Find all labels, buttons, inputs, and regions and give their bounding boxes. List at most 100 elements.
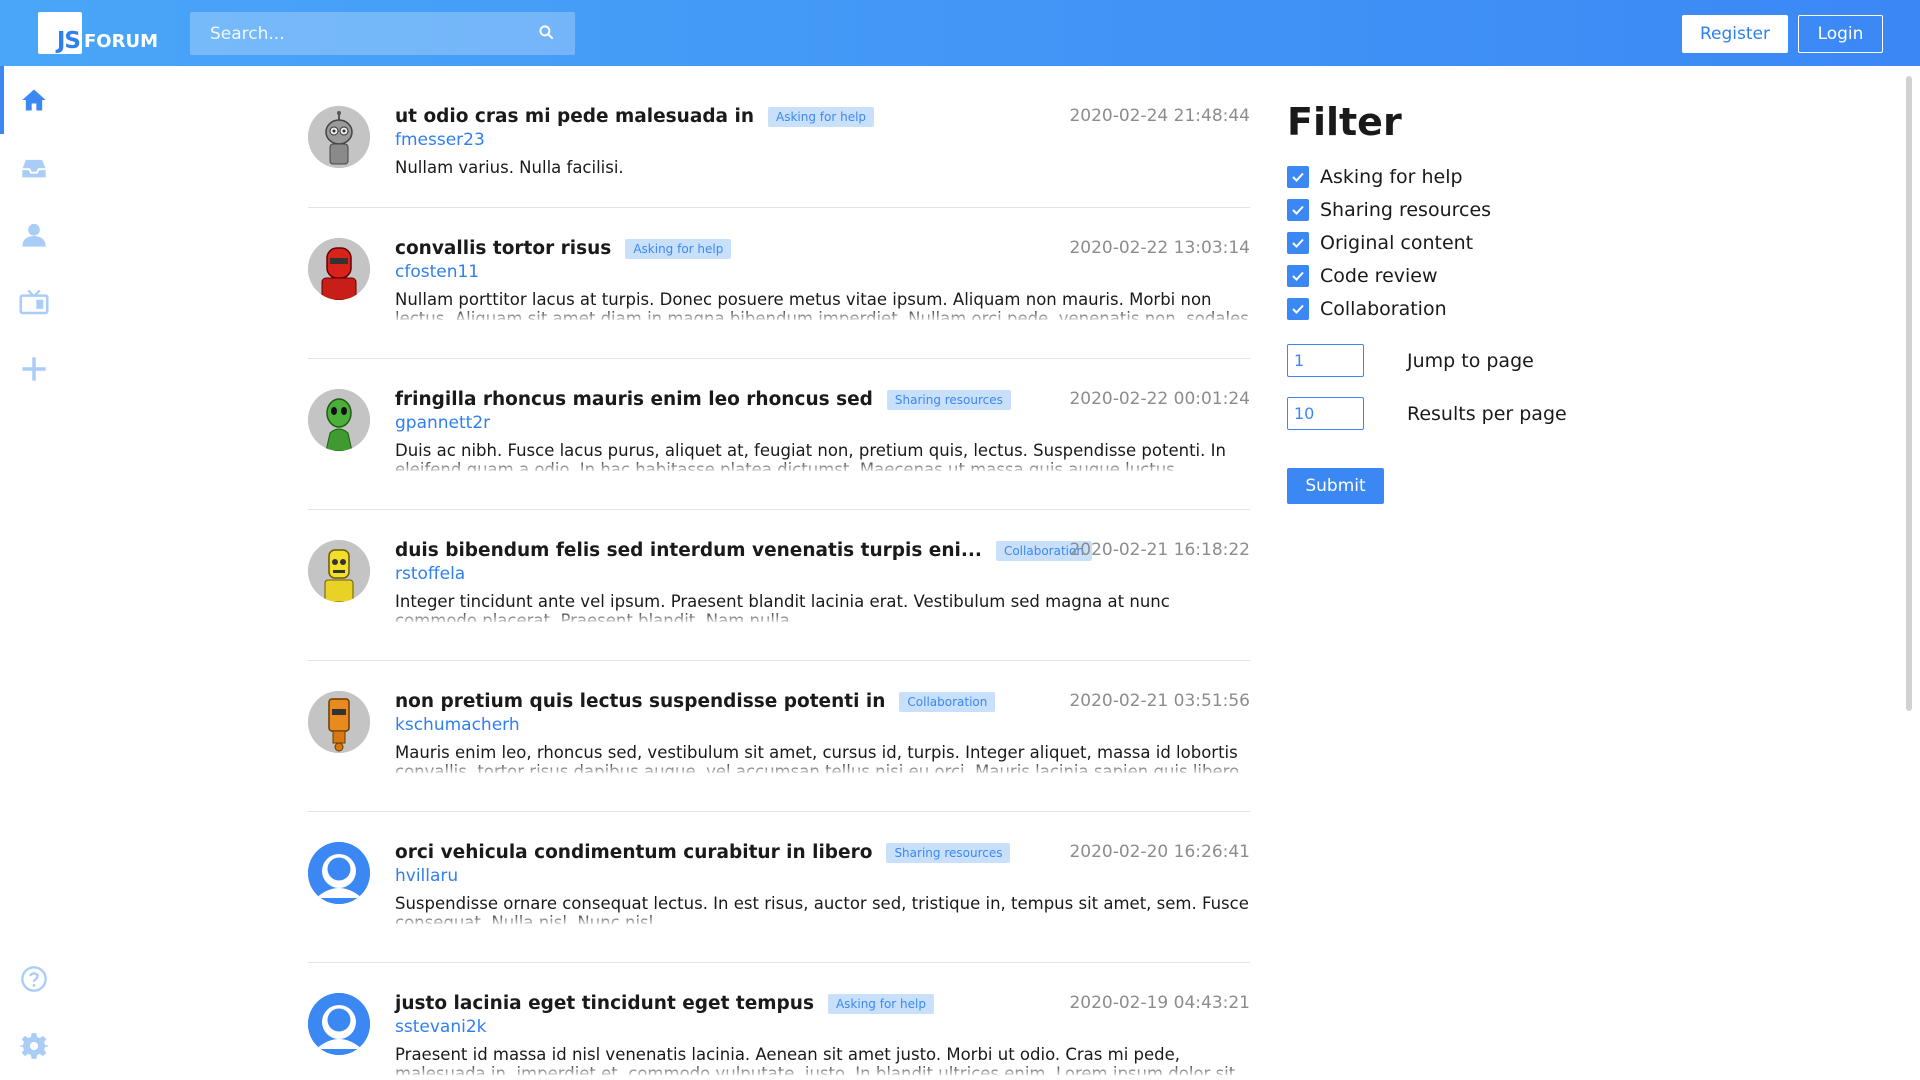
post-author-link[interactable]: rstoffela [395,564,465,584]
avatar[interactable] [308,389,370,451]
post-title[interactable]: convallis tortor risus [395,238,611,259]
plus-icon [22,357,46,381]
top-header: JS FORUM Register Login [0,0,1920,66]
post-date: 2020-02-21 16:18:22 [1069,540,1250,560]
avatar[interactable] [308,842,370,904]
filter-panel: Filter Asking for help Sharing resources… [1287,100,1627,504]
checkbox-checked[interactable] [1287,231,1309,254]
gear-icon [20,1033,48,1059]
post-item[interactable]: justo lacinia eget tincidunt eget tempus… [308,963,1250,1080]
checkmark-icon [1292,304,1304,314]
post-title[interactable]: justo lacinia eget tincidunt eget tempus [395,993,814,1014]
site-logo[interactable]: JS FORUM [38,12,158,54]
post-title-row: duis bibendum felis sed interdum venenat… [395,540,1092,561]
post-author-link[interactable]: fmesser23 [395,130,485,150]
filter-option-original-content[interactable]: Original content [1287,226,1627,259]
logo-mark: JS [38,12,82,54]
post-excerpt: Mauris enim leo, rhoncus sed, vestibulum… [395,743,1245,773]
tv-icon [19,289,49,315]
home-icon [22,89,46,111]
post-author-link[interactable]: cfosten11 [395,262,479,282]
post-author-link[interactable]: kschumacherh [395,715,520,735]
logo-js-text: JS [56,28,81,54]
sidebar-item-videos[interactable] [14,282,54,322]
post-item[interactable]: duis bibendum felis sed interdum venenat… [308,510,1250,661]
post-item[interactable]: non pretium quis lectus suspendisse pote… [308,661,1250,812]
post-item[interactable]: orci vehicula condimentum curabitur in l… [308,812,1250,963]
search-input[interactable] [210,23,537,44]
results-per-page-label: Results per page [1407,402,1567,425]
jump-to-page-row: Jump to page [1287,344,1627,377]
post-author-link[interactable]: gpannett2r [395,413,490,433]
post-date: 2020-02-21 03:51:56 [1069,691,1250,711]
checkbox-checked[interactable] [1287,264,1309,287]
post-tag[interactable]: Asking for help [768,106,875,127]
results-per-page-row: Results per page [1287,397,1627,430]
post-tag[interactable]: Collaboration [899,691,996,712]
login-button[interactable]: Login [1798,15,1883,53]
post-date: 2020-02-19 04:43:21 [1069,993,1250,1013]
sidebar-item-new-post[interactable] [14,349,54,389]
post-title[interactable]: fringilla rhoncus mauris enim leo rhoncu… [395,389,873,410]
sidebar [0,66,70,1080]
post-title-row: non pretium quis lectus suspendisse pote… [395,691,996,712]
jump-to-page-label: Jump to page [1407,349,1534,372]
post-list: ut odio cras mi pede malesuada in Asking… [308,66,1250,1080]
sidebar-active-indicator [0,66,4,134]
post-title[interactable]: duis bibendum felis sed interdum venenat… [395,540,982,561]
sidebar-item-inbox[interactable] [14,148,54,188]
filter-option-label: Asking for help [1320,165,1463,188]
submit-button[interactable]: Submit [1287,468,1384,504]
post-title[interactable]: orci vehicula condimentum curabitur in l… [395,842,872,863]
post-author-link[interactable]: sstevani2k [395,1017,486,1037]
post-excerpt: Integer tincidunt ante vel ipsum. Praese… [395,592,1170,622]
search-bar [190,12,575,55]
logo-forum-text: FORUM [84,31,158,52]
filter-options: Asking for help Sharing resources Origin… [1287,160,1627,325]
post-title[interactable]: non pretium quis lectus suspendisse pote… [395,691,885,712]
results-per-page-input[interactable] [1287,397,1364,430]
sidebar-item-help[interactable] [14,959,54,999]
sidebar-item-profile[interactable] [14,215,54,255]
filter-option-code-review[interactable]: Code review [1287,259,1627,292]
post-item[interactable]: convallis tortor risus Asking for help 2… [308,208,1250,359]
avatar[interactable] [308,540,370,602]
filter-option-asking-for-help[interactable]: Asking for help [1287,160,1627,193]
avatar[interactable] [308,691,370,753]
avatar[interactable] [308,238,370,300]
sidebar-item-settings[interactable] [14,1026,54,1066]
post-title-row: convallis tortor risus Asking for help [395,238,732,259]
filter-option-collaboration[interactable]: Collaboration [1287,292,1627,325]
checkbox-checked[interactable] [1287,297,1309,320]
sidebar-item-home[interactable] [14,80,54,120]
post-tag[interactable]: Asking for help [827,993,934,1014]
post-tag[interactable]: Sharing resources [886,842,1011,863]
post-item[interactable]: fringilla rhoncus mauris enim leo rhoncu… [308,359,1250,510]
post-excerpt: Praesent id massa id nisl venenatis laci… [395,1045,1236,1075]
post-title[interactable]: ut odio cras mi pede malesuada in [395,106,754,127]
checkmark-icon [1292,205,1304,215]
checkbox-checked[interactable] [1287,165,1309,188]
post-title-row: orci vehicula condimentum curabitur in l… [395,842,1011,863]
post-tag[interactable]: Sharing resources [886,389,1011,410]
avatar[interactable] [308,106,370,168]
filter-option-label: Collaboration [1320,297,1447,320]
checkbox-checked[interactable] [1287,198,1309,221]
help-icon [21,966,47,992]
post-item[interactable]: ut odio cras mi pede malesuada in Asking… [308,66,1250,208]
post-author-link[interactable]: hvillaru [395,866,458,886]
register-button[interactable]: Register [1682,15,1788,53]
jump-to-page-input[interactable] [1287,344,1364,377]
filter-option-label: Original content [1320,231,1474,254]
checkmark-icon [1292,271,1304,281]
checkmark-icon [1292,238,1304,248]
filter-option-sharing-resources[interactable]: Sharing resources [1287,193,1627,226]
avatar[interactable] [308,993,370,1055]
search-icon[interactable] [537,23,555,45]
post-excerpt: Suspendisse ornare consequat lectus. In … [395,894,1249,924]
scrollbar[interactable] [1906,76,1912,711]
post-excerpt: Nullam porttitor lacus at turpis. Donec … [395,290,1249,320]
post-date: 2020-02-20 16:26:41 [1069,842,1250,862]
post-tag[interactable]: Asking for help [625,238,732,259]
user-icon [22,223,46,247]
